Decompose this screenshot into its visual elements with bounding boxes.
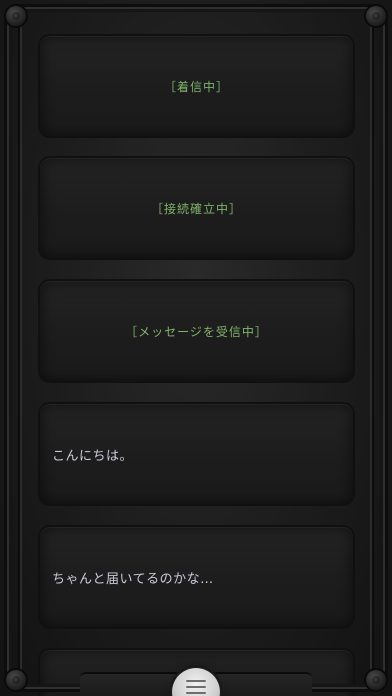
status-message: ［メッセージを受信中］ — [40, 281, 353, 381]
chat-message: ちゃんと届いてるのかな… — [40, 527, 353, 627]
bolt-icon — [366, 6, 386, 26]
chat-message-text: ちゃんと届いてるのかな… — [52, 571, 214, 587]
bolt-icon — [6, 670, 26, 690]
menu-icon — [186, 678, 206, 696]
status-message-text: ［着信中］ — [163, 79, 229, 94]
status-message: ［着信中］ — [40, 36, 353, 136]
status-message-text: ［接続確立中］ — [150, 201, 242, 216]
bolt-icon — [6, 6, 26, 26]
status-message: ［接続確立中］ — [40, 158, 353, 258]
app-frame: ［着信中］ ［接続確立中］ ［メッセージを受信中］ こんにちは。 ちゃんと届いて… — [0, 0, 392, 696]
chat-message: こんにちは。 — [40, 404, 353, 504]
bolt-icon — [366, 670, 386, 690]
chat-message-text: こんにちは。 — [52, 448, 134, 464]
status-message-text: ［メッセージを受信中］ — [125, 324, 268, 339]
